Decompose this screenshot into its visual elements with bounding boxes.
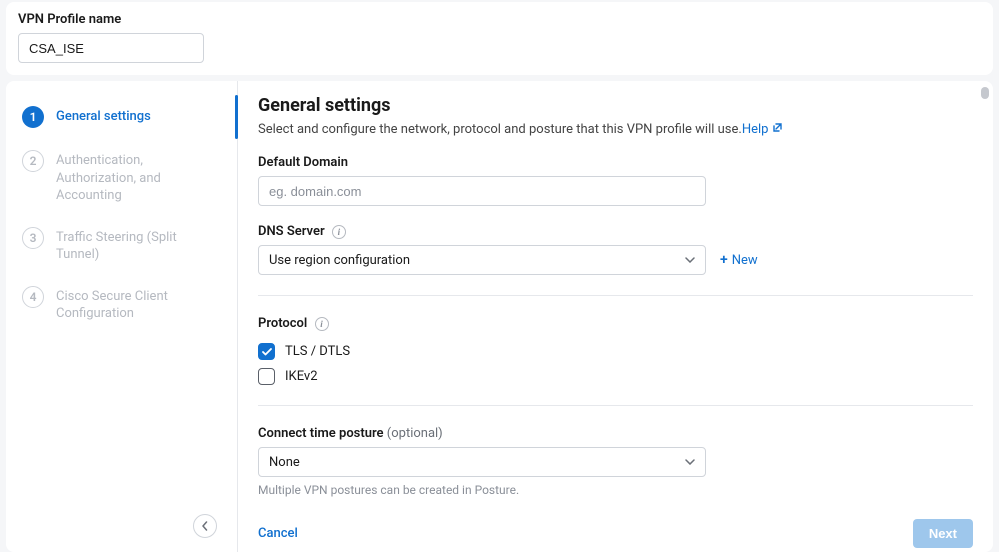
dns-server-label: DNS Server i xyxy=(258,224,346,239)
step-number: 3 xyxy=(22,227,44,249)
dns-server-select[interactable]: Use region configuration xyxy=(258,245,706,275)
checkmark-icon xyxy=(262,348,272,356)
next-button[interactable]: Next xyxy=(913,519,973,548)
info-icon[interactable]: i xyxy=(332,225,346,239)
step-traffic-steering[interactable]: 3 Traffic Steering (Split Tunnel) xyxy=(6,216,237,275)
cancel-button[interactable]: Cancel xyxy=(258,526,298,541)
protocol-tls-dtls[interactable]: TLS / DTLS xyxy=(258,343,973,360)
profile-header: VPN Profile name xyxy=(6,2,993,75)
posture-helper: Multiple VPN postures can be created in … xyxy=(258,483,973,497)
default-domain-label: Default Domain xyxy=(258,155,348,170)
description-text: Select and configure the network, protoc… xyxy=(258,122,742,137)
step-aaa[interactable]: 2 Authentication, Authorization, and Acc… xyxy=(6,139,237,216)
posture-label: Connect time posture (optional) xyxy=(258,426,443,441)
wizard-sidebar: 1 General settings 2 Authentication, Aut… xyxy=(6,81,238,552)
plus-icon: + xyxy=(720,252,728,268)
wizard-footer: Cancel Next xyxy=(258,519,973,548)
chevron-down-icon xyxy=(685,459,695,465)
select-value: None xyxy=(269,455,300,470)
info-icon[interactable]: i xyxy=(315,317,329,331)
step-general-settings[interactable]: 1 General settings xyxy=(6,95,237,139)
default-domain-group: Default Domain xyxy=(258,155,973,206)
dns-server-group: DNS Server i Use region configuration + … xyxy=(258,224,973,275)
chevron-left-icon xyxy=(201,521,209,531)
step-label: Authentication, Authorization, and Accou… xyxy=(56,150,221,205)
posture-group: Connect time posture (optional) None Mul… xyxy=(258,426,973,497)
step-number: 2 xyxy=(22,150,44,172)
scrollbar[interactable] xyxy=(981,87,989,99)
divider xyxy=(258,405,973,406)
external-link-icon xyxy=(772,122,783,133)
wizard-container: 1 General settings 2 Authentication, Aut… xyxy=(6,81,993,552)
help-link[interactable]: Help xyxy=(742,122,784,137)
step-number: 4 xyxy=(22,286,44,308)
step-client-config[interactable]: 4 Cisco Secure Client Configuration xyxy=(6,275,237,334)
step-number: 1 xyxy=(22,106,44,128)
step-label: Cisco Secure Client Configuration xyxy=(56,286,221,323)
general-settings-panel: General settings Select and configure th… xyxy=(238,81,993,552)
select-value: Use region configuration xyxy=(269,253,410,268)
profile-name-label: VPN Profile name xyxy=(18,12,981,27)
posture-select[interactable]: None xyxy=(258,447,706,477)
content-wrap: General settings Select and configure th… xyxy=(238,81,993,552)
page-title: General settings xyxy=(258,95,973,116)
checkbox-checked xyxy=(258,343,275,360)
dns-row: Use region configuration + New xyxy=(258,245,973,275)
checkbox-unchecked xyxy=(258,368,275,385)
protocol-label: Protocol i xyxy=(258,316,329,331)
default-domain-input[interactable] xyxy=(258,176,706,206)
checkbox-label: TLS / DTLS xyxy=(285,344,350,359)
page-description: Select and configure the network, protoc… xyxy=(258,122,973,137)
new-dns-button[interactable]: + New xyxy=(720,252,758,268)
protocol-ikev2[interactable]: IKEv2 xyxy=(258,368,973,385)
profile-name-input[interactable] xyxy=(18,33,204,63)
step-label: General settings xyxy=(56,106,151,126)
divider xyxy=(258,295,973,296)
collapse-sidebar-button[interactable] xyxy=(193,514,217,538)
protocol-group: Protocol i TLS / DTLS IKEv2 xyxy=(258,316,973,385)
checkbox-label: IKEv2 xyxy=(285,369,318,384)
step-label: Traffic Steering (Split Tunnel) xyxy=(56,227,221,264)
chevron-down-icon xyxy=(685,257,695,263)
